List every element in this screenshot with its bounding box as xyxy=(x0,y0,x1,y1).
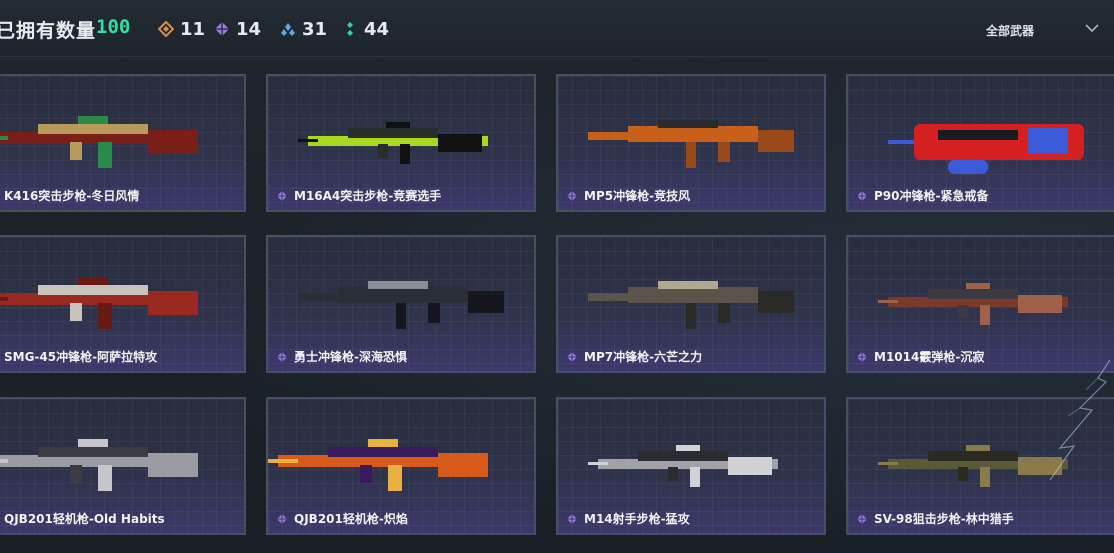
weapon-name-row: MP5冲锋枪-竞技风 xyxy=(566,187,690,204)
purple-diamond-icon xyxy=(857,513,867,524)
purple-diamond-icon xyxy=(277,351,287,362)
stat-blue-value: 31 xyxy=(302,18,328,40)
weapon-card[interactable]: P90冲锋枪-紧急戒备 xyxy=(846,74,1114,212)
weapon-card[interactable]: SMG-45冲锋枪-阿萨拉特攻 xyxy=(0,235,246,373)
purple-diamond-icon xyxy=(857,190,867,201)
weapon-image xyxy=(0,116,198,168)
purple-diamond-icon xyxy=(567,190,577,201)
weapon-card[interactable]: QJB201轻机枪-炽焰 xyxy=(266,397,536,535)
weapon-image xyxy=(0,277,198,329)
weapon-image xyxy=(0,439,198,491)
weapon-name-row: M1014霰弹枪-沉寂 xyxy=(856,348,984,365)
lightning-decoration xyxy=(1049,360,1111,480)
weapon-name: 勇士冲锋枪-深海恐惧 xyxy=(294,350,407,364)
weapon-name: SMG-45冲锋枪-阿萨拉特攻 xyxy=(4,350,158,364)
purple-diamond-icon xyxy=(567,351,577,362)
weapon-name-row: M16A4突击步枪-竞赛选手 xyxy=(276,187,441,204)
weapon-card[interactable]: M1014霰弹枪-沉寂 xyxy=(846,235,1114,373)
weapon-filter-dropdown[interactable]: 全部武器 xyxy=(986,22,1034,39)
weapon-image xyxy=(298,122,488,164)
collection-header: 已拥有数量 100 11 14 31 44 全部武器 xyxy=(0,0,1114,57)
weapon-name: M1014霰弹枪-沉寂 xyxy=(874,350,985,364)
weapon-name-row: K416突击步枪-冬日风情 xyxy=(0,187,139,204)
chevron-down-icon[interactable] xyxy=(1085,23,1099,33)
weapon-collection-page: 已拥有数量 100 11 14 31 44 全部武器 K416突击步枪-冬日风情… xyxy=(0,0,1114,553)
stat-orange-value: 11 xyxy=(180,18,206,40)
weapon-image xyxy=(888,124,1084,174)
stat-purple-value: 14 xyxy=(236,18,262,40)
weapon-card[interactable]: M14射手步枪-猛攻 xyxy=(556,397,826,535)
weapon-image xyxy=(588,445,778,487)
stat-blue: 31 xyxy=(280,17,327,41)
stat-green: 44 xyxy=(342,17,389,41)
weapon-image xyxy=(298,281,504,329)
weapon-card[interactable]: QJB201轻机枪-Old Habits xyxy=(0,397,246,535)
purple-diamond-icon xyxy=(857,351,867,362)
weapon-card[interactable]: MP5冲锋枪-竞技风 xyxy=(556,74,826,212)
weapon-name: M16A4突击步枪-竞赛选手 xyxy=(294,189,442,203)
weapon-name-row: P90冲锋枪-紧急戒备 xyxy=(856,187,988,204)
weapon-name: SV-98狙击步枪-林中猎手 xyxy=(874,512,1014,526)
weapon-name-row: SMG-45冲锋枪-阿萨拉特攻 xyxy=(0,348,157,365)
owned-count-label: 已拥有数量 xyxy=(0,20,97,42)
weapon-card[interactable]: M16A4突击步枪-竞赛选手 xyxy=(266,74,536,212)
weapon-name: K416突击步枪-冬日风情 xyxy=(4,189,140,203)
purple-diamond-icon xyxy=(567,513,577,524)
weapon-card[interactable]: K416突击步枪-冬日风情 xyxy=(0,74,246,212)
weapon-image xyxy=(268,439,488,491)
green-dots-icon xyxy=(347,22,353,36)
weapon-card[interactable]: MP7冲锋枪-六芒之力 xyxy=(556,235,826,373)
orange-diamond-icon xyxy=(158,21,174,37)
weapon-name-row: QJB201轻机枪-炽焰 xyxy=(276,510,408,527)
weapon-image xyxy=(588,281,794,329)
weapon-name-row: MP7冲锋枪-六芒之力 xyxy=(566,348,702,365)
weapon-name: QJB201轻机枪-炽焰 xyxy=(294,512,408,526)
weapon-name-row: 勇士冲锋枪-深海恐惧 xyxy=(276,348,407,365)
weapon-name: P90冲锋枪-紧急戒备 xyxy=(874,189,989,203)
weapon-name: MP7冲锋枪-六芒之力 xyxy=(584,350,703,364)
stat-orange: 11 xyxy=(158,17,205,41)
weapon-card[interactable]: 勇士冲锋枪-深海恐惧 xyxy=(266,235,536,373)
stat-purple: 14 xyxy=(214,17,261,41)
weapon-image xyxy=(588,120,794,168)
purple-diamond-icon xyxy=(277,190,287,201)
purple-diamond-icon xyxy=(215,22,229,36)
weapon-name-row: SV-98狙击步枪-林中猎手 xyxy=(856,510,1014,527)
weapon-name-row: M14射手步枪-猛攻 xyxy=(566,510,690,527)
owned-count-value: 100 xyxy=(96,16,131,38)
purple-diamond-icon xyxy=(277,513,287,524)
weapon-name: MP5冲锋枪-竞技风 xyxy=(584,189,691,203)
weapon-name: QJB201轻机枪-Old Habits xyxy=(4,512,165,526)
stat-green-value: 44 xyxy=(364,18,390,40)
weapon-image xyxy=(878,283,1068,325)
blue-diamond-icon xyxy=(281,23,295,36)
weapon-name-row: QJB201轻机枪-Old Habits xyxy=(0,510,165,527)
weapon-name: M14射手步枪-猛攻 xyxy=(584,512,690,526)
